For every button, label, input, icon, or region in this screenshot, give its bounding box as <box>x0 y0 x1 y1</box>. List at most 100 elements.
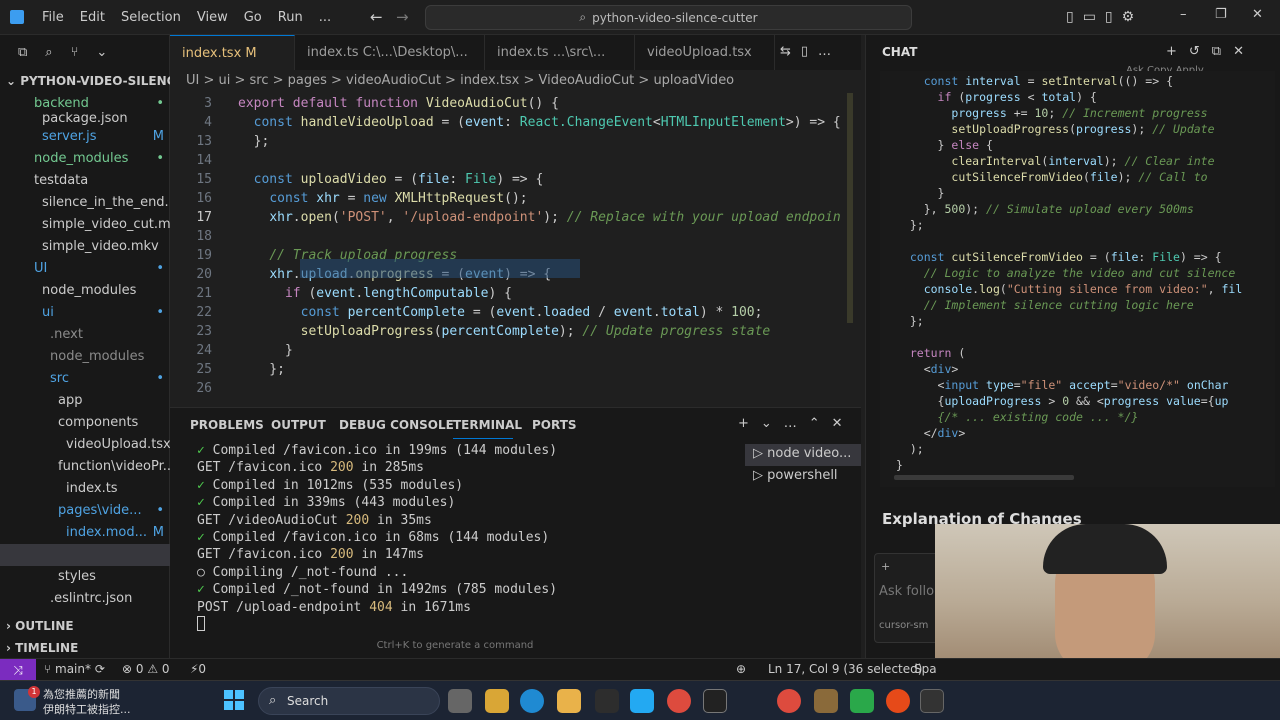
bottom-panel: PROBLEMS OUTPUT DEBUG CONSOLE TERMINAL PORTS… <box>170 407 861 658</box>
close-window-button[interactable]: ✕ <box>1252 7 1263 22</box>
app-icon-3[interactable] <box>886 689 910 713</box>
model-selector[interactable]: cursor-sm <box>879 620 928 631</box>
code-scrollbar[interactable] <box>894 475 1074 480</box>
terminal-instance[interactable]: ▷ powershell <box>753 468 838 483</box>
file-tree-item[interactable]: videoUpload.tsx <box>14 434 171 456</box>
explorer-icon[interactable]: ⧉ <box>18 45 27 60</box>
menu-item[interactable]: ... <box>311 10 339 25</box>
file-tree-item[interactable]: styles <box>14 566 164 588</box>
menu-item[interactable]: Selection <box>113 10 189 25</box>
file-tree-item[interactable]: server.js M <box>14 126 164 148</box>
chat-actions[interactable]: +↺⧉✕ <box>1166 44 1256 59</box>
panel-tab[interactable]: PROBLEMS <box>190 418 264 432</box>
editor-tab[interactable]: index.tsx M <box>170 35 295 70</box>
windows-start-icon[interactable] <box>224 690 244 710</box>
add-context-icon[interactable]: + <box>881 560 890 573</box>
file-tree-item[interactable]: src • <box>14 368 164 390</box>
news-title[interactable]: 為您推薦的新聞 <box>43 686 120 702</box>
code-line[interactable]: const handleVideoUpload = (event: React.… <box>238 113 841 132</box>
file-tree-item[interactable]: node_modules • <box>14 148 164 170</box>
menu-item[interactable]: File <box>34 10 72 25</box>
editor-tab[interactable]: index.ts ...\src\... <box>485 35 635 70</box>
command-center-search[interactable]: ⌕ python-video-silence-cutter <box>425 5 912 30</box>
code-line[interactable]: export default function VideoAudioCut() … <box>238 94 559 113</box>
editor-tab[interactable]: videoUpload.tsx <box>635 35 775 70</box>
timeline-section[interactable]: › TIMELINE <box>6 637 78 659</box>
code-line[interactable]: xhr.open('POST', '/upload-endpoint'); //… <box>238 208 840 227</box>
panel-tab[interactable]: OUTPUT <box>271 418 326 432</box>
chrome-profile-icon[interactable] <box>777 689 801 713</box>
chat-code-line: if (progress < total) { <box>937 90 1097 104</box>
forward-arrow-icon[interactable]: → <box>396 8 409 26</box>
vscode-taskbar-icon[interactable] <box>630 689 654 713</box>
menu-item[interactable]: Run <box>270 10 311 25</box>
terminal-app-icon[interactable] <box>920 689 944 713</box>
menu-item[interactable]: View <box>189 10 236 25</box>
panel-tab[interactable]: PORTS <box>532 418 577 432</box>
chrome-icon[interactable] <box>667 689 691 713</box>
terminal-instance[interactable]: ▷ node video... <box>753 446 851 461</box>
file-tree-item[interactable]: ui • <box>14 302 164 324</box>
file-tree-item[interactable]: index.ts <box>14 478 164 500</box>
cursor-position[interactable]: Ln 17, Col 9 (36 selected) <box>768 662 922 676</box>
file-explorer-icon[interactable] <box>485 689 509 713</box>
code-line[interactable]: setUploadProgress(percentComplete); // U… <box>238 322 771 341</box>
panel-tab[interactable]: TERMINAL <box>453 418 522 432</box>
chevron-down-icon[interactable]: ⌄ <box>96 45 107 60</box>
panel-tab[interactable]: DEBUG CONSOLE <box>339 418 454 432</box>
file-tree-item[interactable]: app <box>14 390 164 412</box>
code-line[interactable]: }; <box>238 360 285 379</box>
store-icon[interactable] <box>557 689 581 713</box>
code-line[interactable]: const uploadVideo = (file: File) => { <box>238 170 544 189</box>
task-view-icon[interactable] <box>448 689 472 713</box>
editor-actions[interactable]: ⇆▯… <box>780 44 841 59</box>
file-tree-item[interactable]: simple_video_cut.mkv <box>14 214 186 236</box>
file-tree-item[interactable]: node_modules <box>14 346 164 368</box>
layout-toggle-icons[interactable]: ▯▭▯⚙ <box>1066 9 1143 25</box>
code-line[interactable]: const percentComplete = (event.loaded / … <box>238 303 763 322</box>
menu-item[interactable]: Go <box>236 10 270 25</box>
file-tree-item[interactable]: silence_in_the_end... <box>14 192 177 214</box>
minimap-scrollbar[interactable] <box>847 93 853 323</box>
maximize-button[interactable]: ❐ <box>1215 7 1227 22</box>
edge-icon[interactable] <box>520 689 544 713</box>
chat-input[interactable]: + Ask follo cursor-sm <box>874 553 944 643</box>
file-tree-item[interactable]: simple_video.mkv <box>14 236 164 258</box>
file-tree-item[interactable]: .next <box>14 324 164 346</box>
code-line[interactable]: }; <box>238 132 270 151</box>
problems-status[interactable]: ⊗ 0 ⚠ 0 <box>122 662 170 676</box>
menu-item[interactable]: Edit <box>72 10 113 25</box>
source-control-icon[interactable]: ⑂ <box>71 45 79 60</box>
search-icon[interactable]: ⌕ <box>45 45 52 60</box>
panel-actions[interactable]: +⌄…⌃✕ <box>738 416 855 431</box>
file-tree-item[interactable]: components <box>14 412 164 434</box>
file-tree-item[interactable]: testdata <box>14 170 164 192</box>
file-tree-item[interactable]: pages\vide... • <box>14 500 164 522</box>
file-tree-item[interactable]: node_modules <box>14 280 164 302</box>
minimize-button[interactable]: – <box>1180 7 1187 22</box>
file-tree-item[interactable]: UI • <box>14 258 164 280</box>
app-icon-2[interactable] <box>850 689 874 713</box>
code-line[interactable]: if (event.lengthComputable) { <box>238 284 512 303</box>
office-icon[interactable] <box>595 689 619 713</box>
cursor-app-icon[interactable] <box>703 689 727 713</box>
back-arrow-icon[interactable]: ← <box>370 8 383 26</box>
code-line[interactable]: } <box>238 341 293 360</box>
file-tree-item[interactable]: function\videoPr... <box>14 456 175 478</box>
breadcrumb[interactable]: UI > ui > src > pages > videoAudioCut > … <box>186 73 734 88</box>
branch-icon[interactable]: ⑂ main* ⟳ <box>44 662 105 676</box>
file-tree-item[interactable]: .eslintrc.json <box>14 588 164 610</box>
taskbar-search[interactable]: ⌕ Search <box>258 687 440 715</box>
zoom-icon[interactable]: ⊕ <box>736 662 746 676</box>
code-line[interactable]: const xhr = new XMLHttpRequest(); <box>238 189 527 208</box>
news-subtitle[interactable]: 伊朗特工被指控... <box>43 701 131 717</box>
remote-icon[interactable]: ⤨ <box>0 659 36 681</box>
editor-tab[interactable]: index.ts C:\...\Desktop\... <box>295 35 485 70</box>
indent-status[interactable]: Spa <box>914 662 937 676</box>
ports-status[interactable]: ⚡0 <box>190 662 206 676</box>
code-editor[interactable]: 3 export default function VideoAudioCut()… <box>170 93 861 407</box>
app-icon[interactable] <box>814 689 838 713</box>
outline-section[interactable]: › OUTLINE <box>6 615 74 637</box>
file-tree-item[interactable]: index.mod... M <box>14 522 164 544</box>
sync-icon[interactable]: ⟳ <box>95 662 105 676</box>
